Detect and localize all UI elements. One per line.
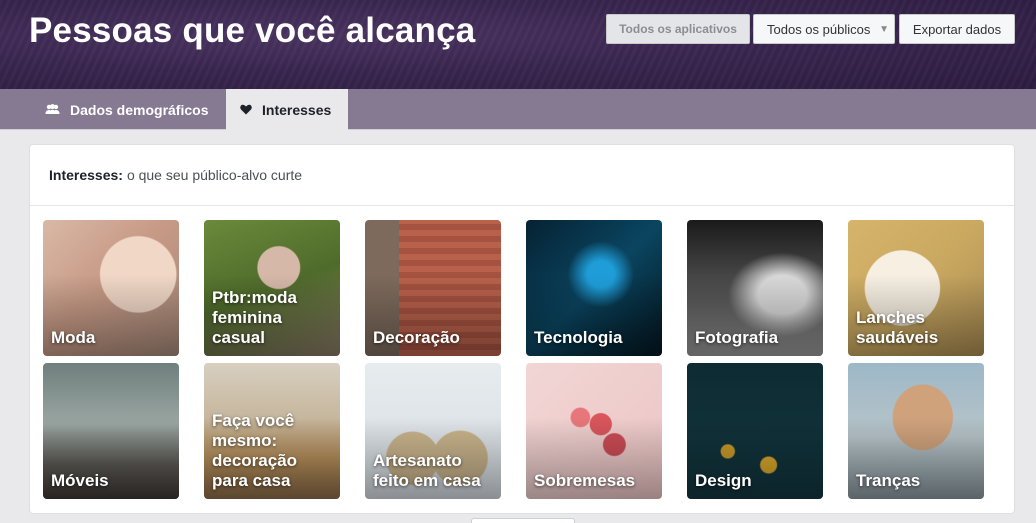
interest-tile-fotografia[interactable]: Fotografia <box>687 220 823 356</box>
caret-down-icon: ▼ <box>879 24 889 35</box>
tab-demographics-label: Dados demográficos <box>70 101 209 118</box>
interests-card: Interesses: o que seu público-alvo curte… <box>29 144 1015 514</box>
interest-tile-label: Moda <box>51 328 96 347</box>
tab-interests-label: Interesses <box>262 101 332 118</box>
interest-tile-moveis[interactable]: Móveis <box>43 363 179 499</box>
interest-tile-label: Tranças <box>856 471 921 490</box>
interest-tile-label: Artesanato feito em casa <box>373 451 481 490</box>
audience-dropdown-label: Todos os públicos <box>767 21 871 37</box>
see-more-button[interactable] <box>471 518 575 523</box>
tab-demographics[interactable]: Dados demográficos <box>45 89 208 130</box>
interest-tile-label: Fotografia <box>695 328 779 347</box>
interest-tile-ptbr-moda[interactable]: Ptbr:moda feminina casual <box>204 220 340 356</box>
interest-tile-lanches[interactable]: Lanches saudáveis <box>848 220 984 356</box>
interest-tile-label: Móveis <box>51 471 109 490</box>
interest-tile-tecnologia[interactable]: Tecnologia <box>526 220 662 356</box>
tab-interests[interactable]: Interesses <box>226 89 348 130</box>
interest-tile-faca-voce-mesmo[interactable]: Faça você mesmo: decoração para casa <box>204 363 340 499</box>
interest-tile-label: Sobremesas <box>534 471 636 490</box>
interest-tile-trancas[interactable]: Tranças <box>848 363 984 499</box>
interest-tile-decoracao[interactable]: Decoração <box>365 220 501 356</box>
interests-heading-bold: Interesses: <box>49 167 123 183</box>
interest-tile-label: Ptbr:moda feminina casual <box>212 288 297 347</box>
interest-tile-label: Design <box>695 471 752 490</box>
interest-tile-moda[interactable]: Moda <box>43 220 179 356</box>
export-data-button[interactable]: Exportar dados <box>899 14 1015 44</box>
all-apps-button[interactable]: Todos os aplicativos <box>606 14 750 44</box>
interest-tile-design[interactable]: Design <box>687 363 823 499</box>
page-title: Pessoas que você alcança <box>29 11 476 50</box>
tab-bar: Dados demográficos Interesses <box>0 89 1036 130</box>
interest-tile-label: Tecnologia <box>534 328 623 347</box>
interests-card-header: Interesses: o que seu público-alvo curte <box>30 145 1014 206</box>
interest-tile-label: Lanches saudáveis <box>856 308 939 347</box>
interest-tile-label: Faça você mesmo: decoração para casa <box>212 411 298 490</box>
page-header: Pessoas que você alcança Todos os aplica… <box>0 0 1036 89</box>
interest-tile-sobremesas[interactable]: Sobremesas <box>526 363 662 499</box>
interest-tile-label: Decoração <box>373 328 460 347</box>
audience-dropdown[interactable]: Todos os públicos ▼ <box>753 14 895 44</box>
interest-tile-artesanato[interactable]: Artesanato feito em casa <box>365 363 501 499</box>
people-icon <box>45 104 60 115</box>
heart-icon <box>240 104 252 115</box>
interests-heading-text: o que seu público-alvo curte <box>126 167 303 183</box>
